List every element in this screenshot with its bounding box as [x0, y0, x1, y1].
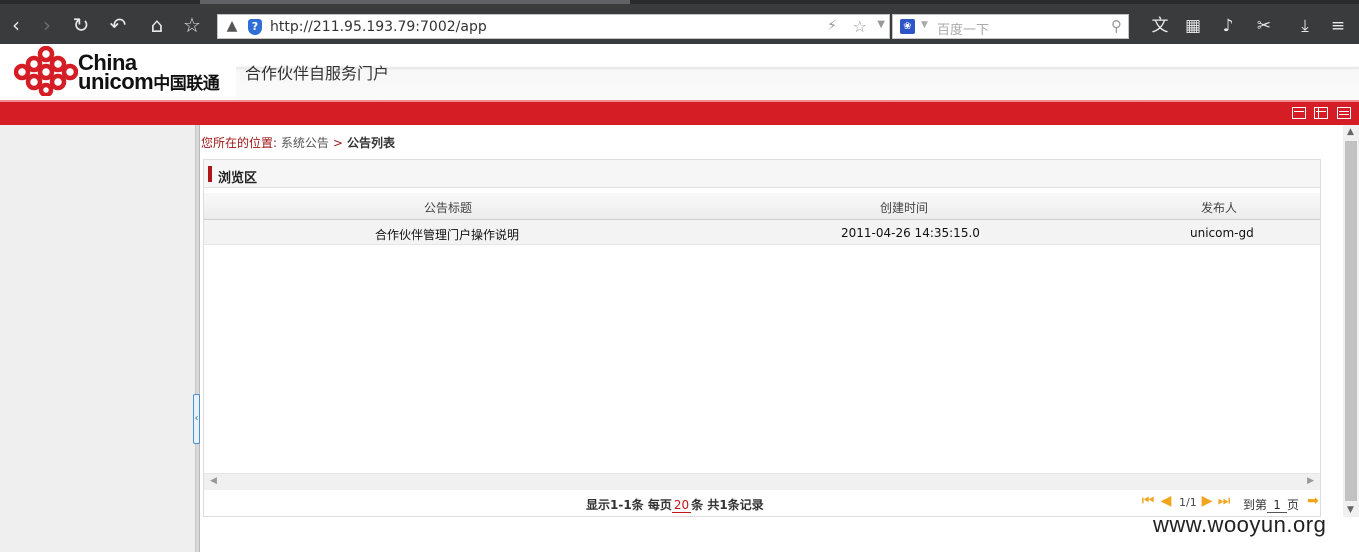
chevron-down-icon[interactable]: ▼ [877, 19, 885, 30]
breadcrumb: 您所在的位置: 系统公告 > 公告列表 [201, 134, 395, 151]
panel-title: 浏览区 [218, 171, 258, 186]
rocket-icon: ▲ [226, 18, 238, 34]
pagination-info-suffix: 条 共1条记录 [691, 498, 764, 512]
per-page-input[interactable]: 20 [671, 498, 692, 513]
search-icon[interactable]: ⚲ [1111, 17, 1122, 35]
layout-rows-icon[interactable] [1337, 107, 1351, 119]
panel-header: 浏览区 [204, 160, 1320, 188]
pagination-info-prefix: 显示1-1条 每页 [586, 498, 672, 512]
chevron-down-icon[interactable]: ▼ [921, 20, 928, 30]
scissors-icon[interactable]: ✂ [1252, 14, 1276, 38]
sidebar [0, 125, 196, 552]
goto-page: 到第 1 页 [1243, 496, 1299, 513]
watermark: www.wooyun.org [1153, 512, 1327, 537]
go-arrow-icon[interactable]: ➡ [1305, 493, 1321, 509]
header-banner [236, 44, 1359, 100]
scrollbar-thumb[interactable] [1345, 141, 1357, 501]
collapse-sidebar-icon[interactable]: ‹ [193, 394, 200, 444]
scroll-left-icon[interactable]: ◀ [210, 476, 217, 486]
logo-text-cn: 中国联通 [153, 74, 220, 93]
logo-text-unicom-en: unicom [78, 69, 154, 94]
scroll-up-icon[interactable]: ▲ [1347, 127, 1354, 137]
layout-split-icon[interactable] [1314, 107, 1328, 119]
cell-title[interactable]: 合作伙伴管理门户操作说明 [375, 226, 519, 243]
vertical-scrollbar[interactable]: ▲ ▼ [1343, 125, 1359, 517]
portal-header: China unicom中国联通 合作伙伴自服务门户 [0, 44, 1359, 100]
goto-prefix: 到第 [1243, 498, 1268, 512]
breadcrumb-separator: > [332, 136, 343, 150]
layout-full-icon[interactable] [1292, 107, 1306, 119]
lightning-icon[interactable]: ⚡ [827, 18, 837, 34]
table-header: 公告标题 创建时间 发布人 [204, 193, 1320, 220]
reload-icon[interactable]: ↻ [68, 12, 94, 38]
page-indicator: 1/1 [1179, 496, 1197, 509]
security-shield-icon[interactable]: ? [248, 19, 262, 35]
portal-title: 合作伙伴自服务门户 [245, 64, 390, 83]
panel-marker [208, 166, 212, 182]
goto-page-input[interactable]: 1 [1267, 498, 1288, 513]
breadcrumb-parent[interactable]: 系统公告 [281, 136, 329, 150]
scroll-down-icon[interactable]: ▼ [1347, 505, 1354, 515]
browse-panel: 浏览区 公告标题 创建时间 发布人 合作伙伴管理门户操作说明 2011-04-2… [203, 159, 1321, 517]
undo-close-icon[interactable]: ↶ [105, 12, 131, 38]
breadcrumb-current: 公告列表 [346, 136, 395, 150]
goto-suffix: 页 [1287, 498, 1300, 512]
cell-created: 2011-04-26 14:35:15.0 [841, 226, 980, 240]
prev-page-icon[interactable]: ◀ [1158, 493, 1174, 509]
back-icon[interactable]: ‹ [3, 12, 29, 38]
pagination-info: 显示1-1条 每页 20 条 共1条记录 [586, 496, 764, 513]
baidu-paw-icon[interactable]: ❀ [900, 19, 915, 34]
logo-text-unicom: unicom中国联通 [78, 69, 220, 95]
translate-icon[interactable]: 文 [1148, 14, 1172, 38]
favorite-star-icon[interactable]: ☆ [853, 17, 867, 36]
apps-grid-icon[interactable]: ▦ [1181, 14, 1205, 38]
forward-icon[interactable]: › [34, 12, 60, 38]
column-header-created[interactable]: 创建时间 [880, 199, 928, 216]
nav-bar [0, 100, 1359, 125]
main-content: 您所在的位置: 系统公告 > 公告列表 浏览区 公告标题 创建时间 发布人 合作伙伴… [201, 125, 1343, 552]
column-header-publisher[interactable]: 发布人 [1201, 199, 1237, 216]
browser-toolbar: ‹ › ↻ ↶ ⌂ ☆ ▲ ? http://211.95.193.79:700… [0, 0, 1359, 44]
cell-publisher: unicom-gd [1190, 226, 1254, 240]
column-header-title[interactable]: 公告标题 [424, 199, 472, 216]
table-row[interactable]: 合作伙伴管理门户操作说明 2011-04-26 14:35:15.0 unico… [204, 220, 1320, 245]
bookmark-star-icon[interactable]: ☆ [179, 12, 205, 38]
unicom-knot-icon [14, 46, 78, 96]
address-bar[interactable]: ▲ ? http://211.95.193.79:7002/app ⚡ ☆ ▼ [217, 14, 890, 39]
scroll-right-icon[interactable]: ▶ [1307, 476, 1314, 486]
browser-tab-strip [200, 0, 630, 4]
horizontal-scrollbar[interactable]: ◀ ▶ [204, 473, 1320, 490]
url-text[interactable]: http://211.95.193.79:7002/app [270, 19, 487, 35]
home-icon[interactable]: ⌂ [144, 12, 170, 38]
china-unicom-logo: China unicom中国联通 [14, 46, 228, 98]
search-box[interactable]: ❀ ▼ 百度一下 ⚲ [892, 14, 1129, 39]
menu-icon[interactable]: ≡ [1326, 14, 1350, 38]
search-placeholder[interactable]: 百度一下 [937, 19, 989, 38]
sidebar-splitter[interactable] [196, 125, 200, 552]
first-page-icon[interactable]: ⏮ [1140, 493, 1156, 509]
last-page-icon[interactable]: ⏭ [1216, 493, 1232, 509]
breadcrumb-label: 您所在的位置: [201, 136, 278, 150]
download-icon[interactable]: ⤓ [1293, 14, 1317, 38]
speaker-icon[interactable]: ♪ [1216, 14, 1240, 38]
next-page-icon[interactable]: ▶ [1199, 493, 1215, 509]
